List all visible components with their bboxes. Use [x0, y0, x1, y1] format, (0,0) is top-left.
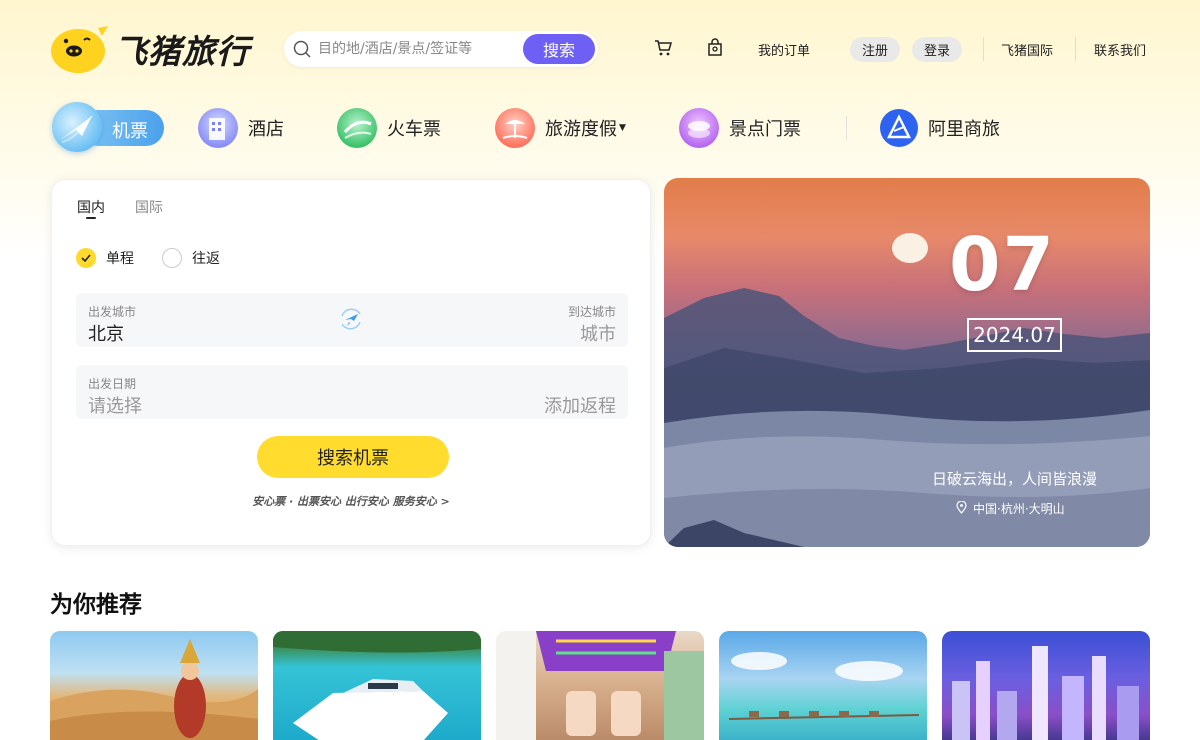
island-photo — [728, 652, 920, 720]
cart-icon[interactable] — [653, 38, 673, 62]
pig-logo-icon — [50, 24, 108, 74]
banner-location: 中国·杭州·大明山 — [956, 499, 1065, 517]
plane-icon — [52, 102, 102, 152]
assurance-link[interactable]: 安心票 · 出票安心 出行安心 服务安心 > — [52, 493, 650, 509]
add-return-link[interactable]: 添加返程 — [544, 392, 616, 418]
nav-item-vacation[interactable]: 旅游度假 ▼ — [495, 106, 626, 150]
tab-international[interactable]: 国际 — [135, 197, 163, 217]
nav-item-flights[interactable]: 机票 — [52, 102, 164, 152]
search-bar: 搜索 — [284, 31, 598, 67]
sunrise-scene-image — [664, 233, 1150, 547]
my-orders-link[interactable]: 我的订单 — [758, 40, 810, 59]
international-link[interactable]: 飞猪国际 — [1001, 40, 1053, 59]
ticket-icon — [679, 108, 719, 148]
search-input[interactable] — [318, 38, 508, 60]
arrive-city-label: 到达城市 — [567, 305, 616, 319]
dropdown-arrow-icon: ▼ — [619, 123, 626, 133]
nav-item-hotel[interactable]: 酒店 — [198, 106, 284, 150]
recommend-card-yacht[interactable] — [273, 631, 481, 740]
nav-item-train[interactable]: 火车票 — [337, 106, 441, 150]
nav-item-tickets[interactable]: 景点门票 — [679, 106, 801, 150]
banner-date: 2024.07 — [967, 318, 1062, 352]
nav-label: 机票 — [112, 121, 148, 142]
radio-circle-icon — [162, 248, 182, 268]
nav-divider — [846, 116, 847, 140]
banner-caption: 日破云海出，人间皆浪漫 — [932, 470, 1098, 488]
nav-label: 火车票 — [387, 119, 441, 140]
header-divider — [983, 37, 984, 61]
recommend-card-island[interactable] — [719, 631, 927, 740]
search-flights-button[interactable]: 搜索机票 — [257, 436, 449, 478]
swap-cities-icon[interactable] — [336, 304, 366, 334]
search-icon — [292, 39, 312, 63]
depart-date-input[interactable]: 请选择 — [88, 392, 142, 418]
active-tab-indicator — [86, 217, 96, 219]
flight-booking-card: 国内 国际 单程 往返 出发城市 北京 到达城市 城市 出发日期 请选择 添加返… — [51, 179, 651, 546]
yacht-photo — [273, 631, 481, 740]
depart-city-label: 出发城市 — [88, 305, 137, 319]
nav-label: 景点门票 — [729, 119, 801, 140]
header-divider — [1075, 37, 1076, 61]
city-field-group: 出发城市 北京 到达城市 城市 — [76, 293, 628, 347]
check-icon — [76, 248, 96, 268]
brand-name: 飞猪旅行 — [114, 32, 250, 71]
train-icon — [337, 108, 377, 148]
alitrip-icon — [880, 109, 918, 147]
register-button[interactable]: 注册 — [850, 37, 901, 62]
hotel-icon — [198, 108, 238, 148]
recommend-card-city[interactable] — [942, 631, 1150, 740]
date-field-group: 出发日期 请选择 添加返程 — [76, 365, 628, 419]
brand-logo[interactable]: 飞猪旅行 — [50, 24, 250, 74]
promo-banner[interactable]: 07 2024.07 日破云海出，人间皆浪漫 中国·杭州·大明山 — [664, 178, 1150, 547]
radio-label: 单程 — [106, 251, 134, 267]
location-pin-icon — [956, 499, 967, 517]
recommend-card-van[interactable] — [496, 631, 704, 740]
recommend-card-desert[interactable] — [50, 631, 258, 740]
bag-icon[interactable] — [705, 38, 725, 62]
van-photo — [496, 631, 704, 740]
recommend-title: 为你推荐 — [50, 592, 142, 618]
depart-city-input[interactable]: 北京 — [88, 320, 124, 346]
banner-day: 07 — [949, 222, 1056, 308]
search-button[interactable]: 搜索 — [523, 34, 595, 64]
beach-icon — [495, 108, 535, 148]
nav-item-alitrip[interactable]: 阿里商旅 — [880, 106, 1000, 150]
login-button[interactable]: 登录 — [912, 37, 963, 62]
arrive-city-input[interactable]: 城市 — [580, 320, 616, 346]
contact-link[interactable]: 联系我们 — [1094, 40, 1146, 59]
radio-one-way[interactable]: 单程 — [76, 248, 134, 268]
tab-domestic[interactable]: 国内 — [77, 197, 105, 217]
desert-photo — [50, 639, 258, 740]
nav-label: 酒店 — [248, 119, 284, 140]
city-photo — [952, 646, 1139, 740]
location-text: 中国·杭州·大明山 — [973, 502, 1065, 516]
depart-date-label: 出发日期 — [88, 377, 137, 391]
radio-label: 往返 — [192, 251, 220, 267]
nav-label: 阿里商旅 — [928, 119, 1000, 140]
nav-label: 旅游度假 — [545, 119, 617, 140]
radio-round-trip[interactable]: 往返 — [162, 248, 220, 268]
